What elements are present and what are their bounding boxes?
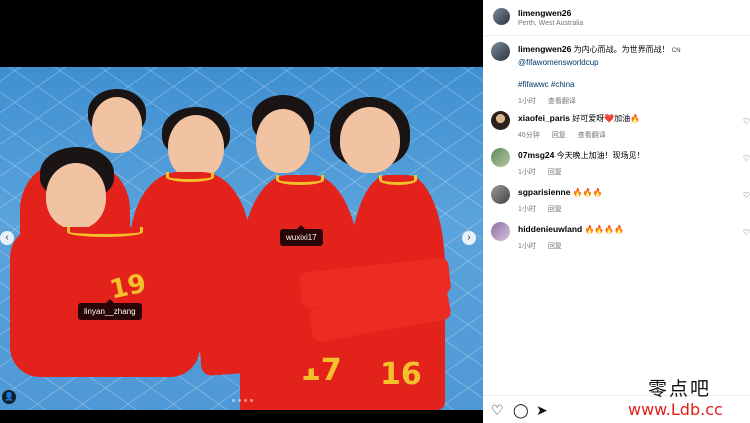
reply-link[interactable]: 回复 — [548, 243, 562, 250]
author-username[interactable]: limengwen26 — [518, 8, 583, 18]
caption-mention[interactable]: @fifawomensworldcup — [518, 57, 738, 68]
commenter-avatar[interactable] — [491, 111, 510, 130]
post-location[interactable]: Perth, West Australia — [518, 20, 583, 27]
comment-like-icon[interactable]: ♡ — [743, 228, 750, 237]
comment-text: 🔥🔥🔥🔥 — [584, 225, 625, 234]
author-avatar[interactable] — [493, 8, 510, 25]
comment-time: 1小时 — [518, 206, 536, 213]
comment-text: 今天晚上加油！现场见！ — [556, 151, 645, 160]
comment-text: 🔥🔥🔥 — [572, 188, 603, 197]
photo-tag-wuxixi17[interactable]: wuxixi17 — [280, 225, 323, 246]
post-side-panel: limengwen26 Perth, West Australia limeng… — [483, 0, 750, 423]
commenter-avatar[interactable] — [491, 185, 510, 204]
media-pane: 17 16 19 wuxixi17 linyan__zhang ‹ › 👤 — [0, 0, 483, 423]
translate-link[interactable]: 查看翻译 — [578, 132, 606, 139]
commenter-avatar[interactable] — [491, 148, 510, 167]
carousel-dots — [226, 399, 253, 402]
comment-time: 1小时 — [518, 169, 536, 176]
reply-link[interactable]: 回复 — [548, 169, 562, 176]
heart-icon[interactable]: ♡ — [491, 402, 504, 419]
flag-cn: CN — [671, 48, 681, 54]
comment-time: 46分钟 — [518, 132, 540, 139]
comment-like-icon[interactable]: ♡ — [743, 117, 750, 126]
previous-arrow-icon[interactable]: ‹ — [0, 231, 14, 245]
watermark-url: www.Ldb.cc — [628, 400, 723, 419]
comment-time: 1小时 — [518, 243, 536, 250]
comment-username[interactable]: sgparisienne — [518, 187, 570, 197]
commenter-avatar[interactable] — [491, 222, 510, 241]
next-arrow-icon[interactable]: › — [462, 231, 476, 245]
reply-link[interactable]: 回复 — [552, 132, 566, 139]
caption-avatar[interactable] — [491, 42, 510, 61]
user-tag-icon[interactable]: 👤 — [2, 390, 16, 404]
caption-text: 为内心而战。为世界而战！ — [573, 45, 670, 54]
post-header: limengwen26 Perth, West Australia — [483, 0, 750, 36]
photo-tag-linyan-zhang[interactable]: linyan__zhang — [78, 299, 142, 320]
caption-time: 1小时 — [518, 98, 536, 105]
jersey-number-16: 16 — [380, 357, 422, 392]
post-photo[interactable]: 17 16 19 wuxixi17 linyan__zhang ‹ › — [0, 67, 483, 410]
comment-like-icon[interactable]: ♡ — [743, 191, 750, 200]
send-icon[interactable]: ➤ — [536, 402, 548, 419]
caption-hashtags[interactable]: #fifawwc #china — [518, 79, 738, 90]
reply-link[interactable]: 回复 — [548, 206, 562, 213]
comment-icon[interactable]: ◯ — [513, 402, 529, 419]
caption-username[interactable]: limengwen26 — [518, 44, 571, 54]
caption-translate[interactable]: 查看翻译 — [548, 98, 576, 105]
comment-username[interactable]: 07msg24 — [518, 150, 554, 160]
watermark-logo-text: 零点吧 — [648, 378, 712, 400]
comment-text: 好可爱呀❤️加油🔥 — [572, 114, 641, 123]
comment-username[interactable]: xiaofei_paris — [518, 113, 570, 123]
comment-username[interactable]: hiddenieuwland — [518, 224, 582, 234]
comment-like-icon[interactable]: ♡ — [743, 154, 750, 163]
